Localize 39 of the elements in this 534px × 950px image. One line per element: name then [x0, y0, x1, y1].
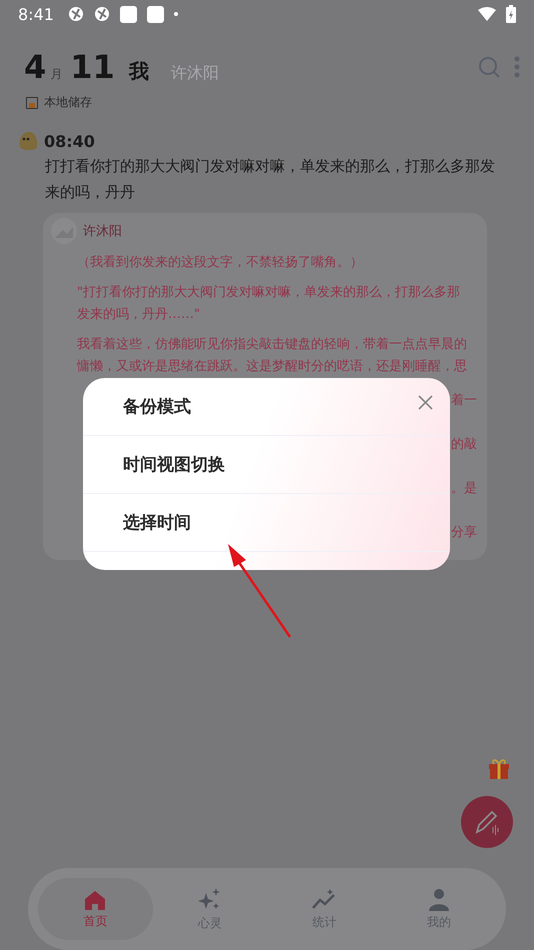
reply-text-line: （我看到你发来的这段文字，不禁轻扬了嘴角。）: [77, 254, 364, 272]
battery-icon: [506, 5, 516, 23]
me-label: 我: [128, 58, 149, 85]
aperture-icon: [94, 6, 110, 22]
menu-item[interactable]: 时间视图切换: [83, 436, 450, 494]
month-unit: 月: [50, 66, 62, 83]
month-number: 4: [24, 48, 46, 86]
reply-text-fragment: 的敲: [451, 436, 477, 454]
search-icon[interactable]: [478, 56, 500, 78]
chart-icon: [311, 888, 338, 912]
nav-tab[interactable]: 首页: [38, 878, 152, 940]
app-icon: [120, 6, 137, 22]
post-text: 打打看你打的那大大阀门发对嘛对嘛，单发来的那么，打那么多那发来的吗，丹丹: [44, 156, 496, 203]
pencil-icon: [473, 808, 501, 836]
reply-text-fragment: 分享: [451, 524, 477, 542]
reply-text-fragment: 着一: [451, 392, 477, 410]
app-icon: [146, 6, 164, 22]
menu-item[interactable]: 选择时间: [83, 494, 450, 552]
save-icon: [26, 96, 38, 108]
reply-text-line: "打打看你打的那大大阀门发对嘛对嘛，单发来的那么，打那么多那: [77, 284, 461, 302]
compose-button[interactable]: [461, 796, 513, 848]
day-number: 11: [70, 48, 115, 86]
close-icon[interactable]: [418, 395, 433, 410]
wifi-icon: [478, 7, 496, 21]
reply-text-line: 发来的吗，丹丹……": [77, 306, 201, 324]
storage-label: 本地储存: [44, 94, 92, 111]
aperture-icon: [68, 6, 84, 22]
more-icon[interactable]: [514, 56, 520, 78]
reply-text-line: 我看着这些，仿佛能听见你指尖敲击键盘的轻响，带着一点点早晨的: [77, 336, 468, 354]
home-icon: [84, 888, 106, 910]
reply-author: 许沐阳: [83, 223, 122, 240]
dot-icon: [174, 12, 178, 16]
status-time: 8:41: [18, 4, 54, 24]
menu-item[interactable]: 备份模式: [83, 378, 450, 436]
reply-text-fragment: 。是: [451, 480, 477, 498]
post-time: 08:40: [44, 132, 95, 150]
blob-avatar-icon: [18, 131, 38, 151]
user-icon: [428, 888, 450, 912]
reply-text-line: 慵懒，又或许是思绪在跳跃。这是梦醒时分的呓语，还是刚睡醒，思: [77, 358, 468, 376]
